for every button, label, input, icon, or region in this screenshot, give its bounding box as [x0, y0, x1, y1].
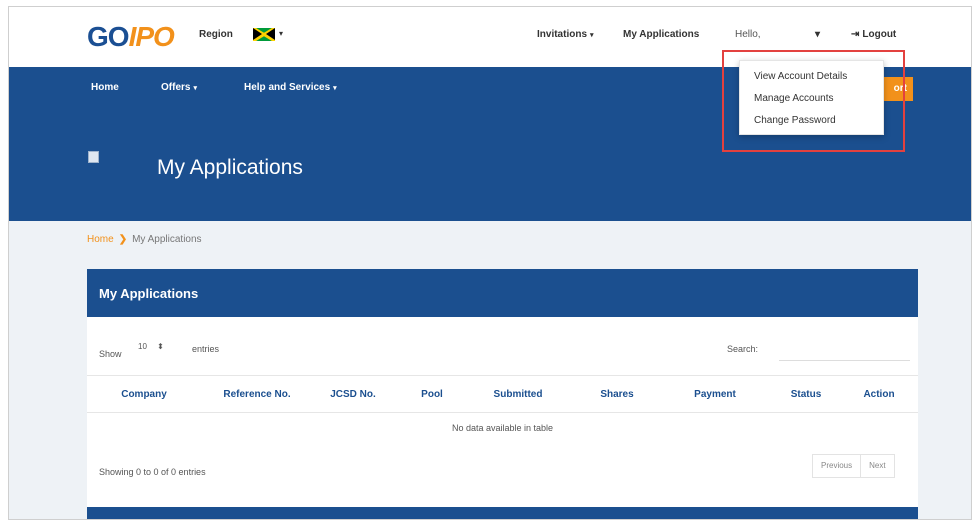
entries-label: entries — [192, 344, 220, 354]
logout-label: Logout — [862, 29, 897, 40]
nav-offers[interactable]: Offers ▾ — [161, 82, 197, 93]
page-title: My Applications — [157, 156, 303, 179]
nav-help-services[interactable]: Help and Services ▾ — [244, 82, 337, 93]
caret-down-icon: ▾ — [590, 32, 594, 39]
logo-go-text: GO — [87, 21, 130, 52]
column-header[interactable]: Shares — [600, 389, 633, 400]
entries-select-value: 10 — [138, 342, 147, 351]
next-button[interactable]: Next — [860, 455, 893, 477]
column-header[interactable]: JCSD No. — [330, 389, 376, 400]
pagination: Previous Next — [812, 454, 895, 478]
column-header[interactable]: Action — [863, 389, 894, 400]
breadcrumb: Home ❯ My Applications — [87, 234, 202, 245]
my-applications-link[interactable]: My Applications — [623, 29, 699, 40]
empty-table-message: No data available in table — [451, 423, 554, 433]
nav-home[interactable]: Home — [91, 82, 119, 93]
panel-header: My Applications — [87, 269, 918, 317]
logout-icon: ⇥ — [851, 29, 860, 40]
browser-frame: GOIPO Region ▾ Invitations ▾ My Applicati… — [8, 6, 972, 520]
logo-ipo-text: IPO — [128, 21, 175, 52]
column-header[interactable]: Submitted — [494, 389, 543, 400]
search-label: Search: — [727, 344, 759, 354]
region-label: Region — [199, 29, 233, 40]
jamaica-flag-icon[interactable] — [253, 28, 275, 41]
column-header[interactable]: Status — [791, 389, 822, 400]
breadcrumb-home[interactable]: Home — [87, 234, 114, 245]
chevron-right-icon: ❯ — [118, 234, 128, 245]
breadcrumb-current: My Applications — [132, 234, 202, 245]
search-input[interactable] — [779, 340, 910, 361]
previous-button[interactable]: Previous — [813, 455, 860, 477]
show-label: Show — [99, 349, 122, 359]
logout-link[interactable]: ⇥ Logout — [851, 29, 896, 40]
nav-offers-label: Offers — [161, 82, 191, 93]
hello-user-menu[interactable]: Hello, — [735, 29, 761, 40]
goipo-logo[interactable]: GOIPO — [87, 21, 175, 53]
invitations-label: Invitations — [537, 29, 588, 40]
column-header[interactable]: Company — [121, 389, 167, 400]
highlight-box — [722, 50, 905, 152]
show-entries: Show — [99, 344, 122, 362]
invitations-menu[interactable]: Invitations ▾ — [537, 29, 594, 40]
table-info: Showing 0 to 0 of 0 entries — [99, 467, 206, 477]
column-header[interactable]: Pool — [421, 389, 443, 400]
select-arrows-icon: ⬍ — [157, 342, 164, 351]
column-header[interactable]: Reference No. — [223, 389, 290, 400]
table-header-row: Company Reference No. JCSD No. Pool Subm… — [87, 375, 918, 413]
caret-down-icon: ▾ — [193, 85, 197, 92]
user-caret-icon[interactable]: ▾ — [815, 29, 820, 40]
region-caret-icon[interactable]: ▾ — [279, 29, 283, 38]
caret-down-icon: ▾ — [333, 85, 337, 92]
column-header[interactable]: Payment — [694, 389, 736, 400]
nav-help-label: Help and Services — [244, 82, 331, 93]
panel-title: My Applications — [99, 286, 199, 301]
broken-image-icon — [88, 151, 99, 163]
next-panel-header — [87, 507, 918, 519]
entries-select[interactable]: 10 ⬍ — [138, 342, 180, 356]
